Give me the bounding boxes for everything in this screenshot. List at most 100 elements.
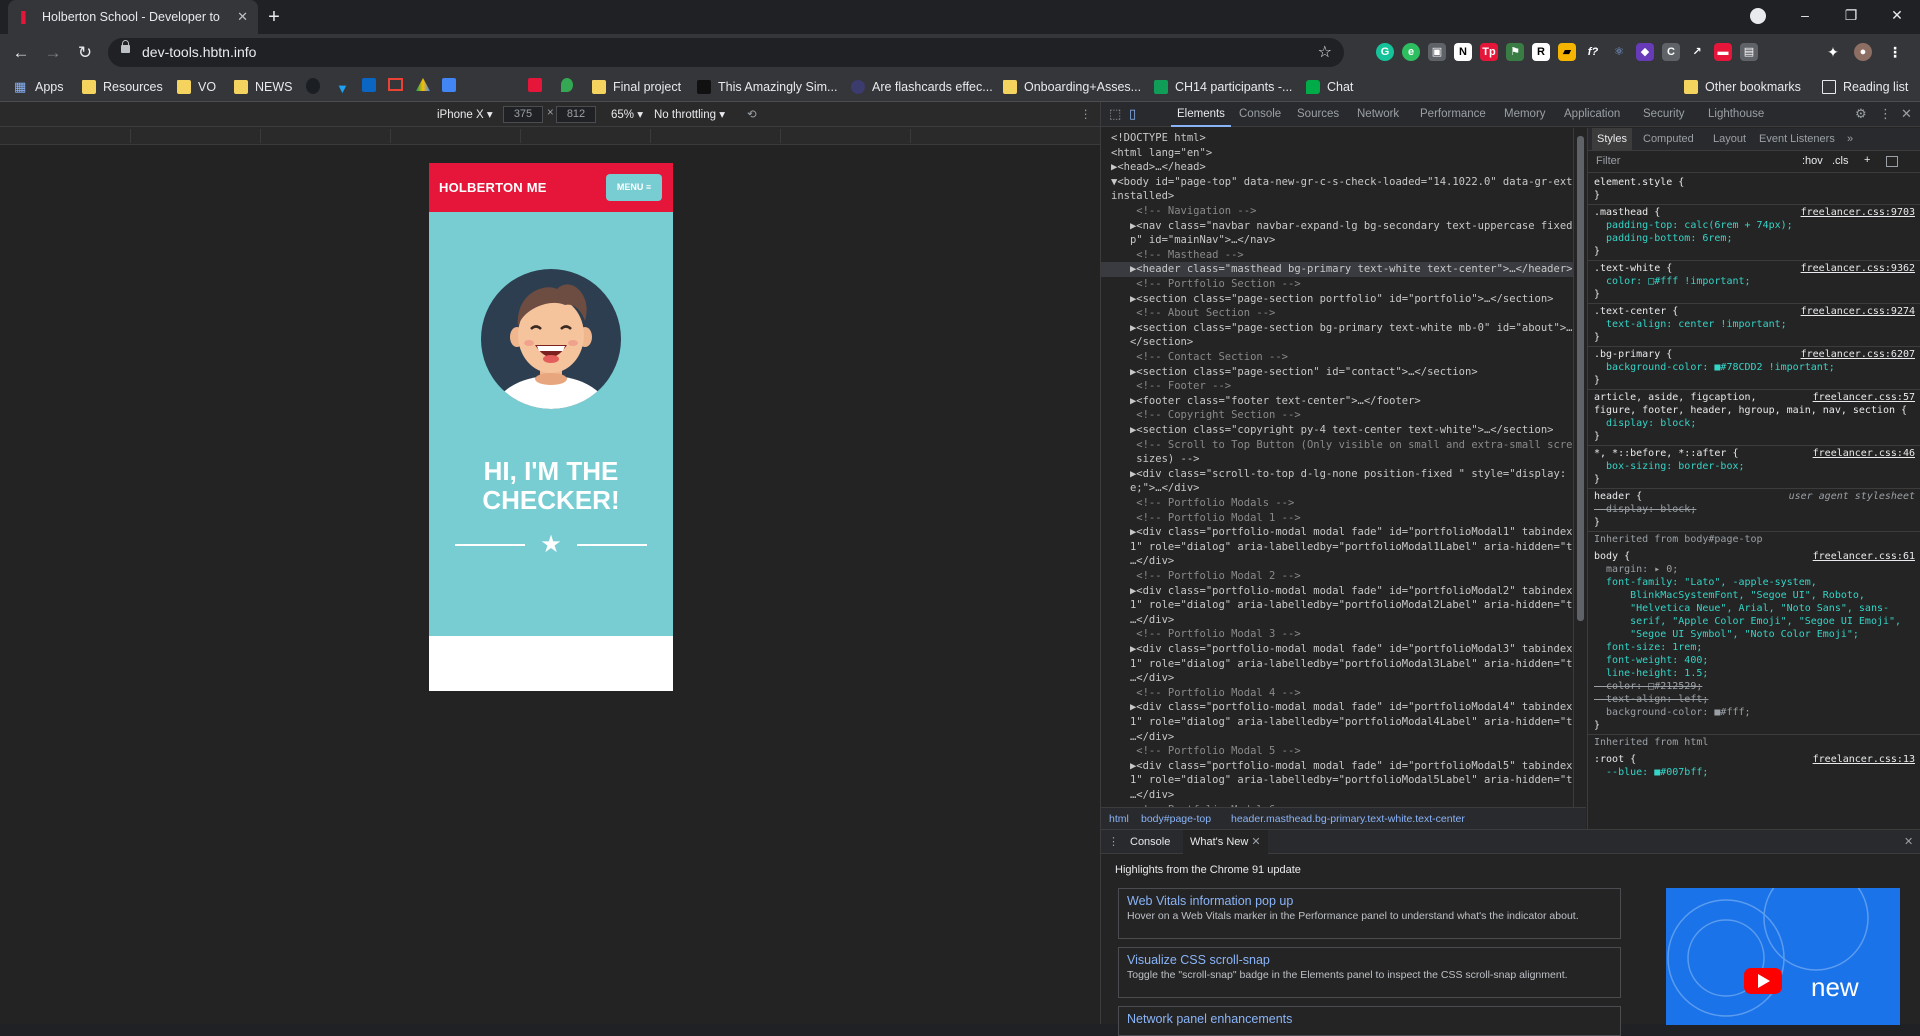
dom-node[interactable]: <!-- Contact Section --> (1101, 350, 1573, 365)
style-line[interactable]: Inherited from body#page-top (1594, 533, 1916, 546)
address-bar[interactable]: dev-tools.hbtn.info ☆ (108, 38, 1344, 67)
style-line[interactable]: font-weight: 400; (1594, 654, 1916, 667)
computed-sidebar-icon[interactable] (1886, 156, 1898, 167)
new-tab-button[interactable]: + (262, 5, 286, 29)
notion-extension-icon[interactable]: N (1454, 43, 1472, 61)
dom-node[interactable]: e;">…</div> (1101, 481, 1573, 496)
extension-icon[interactable]: ▰ (1558, 43, 1576, 61)
dom-node[interactable]: ▶<section class="copyright py-4 text-cen… (1101, 423, 1573, 438)
style-line[interactable]: color: □#212529; (1594, 680, 1916, 693)
dom-node[interactable]: <!-- Portfolio Modals --> (1101, 496, 1573, 511)
dom-node[interactable]: …</div> (1101, 730, 1573, 745)
dom-node[interactable]: …</div> (1101, 554, 1573, 569)
breadcrumb-header[interactable]: header.masthead.bg-primary.text-white.te… (1231, 808, 1465, 830)
style-line[interactable]: } (1594, 189, 1916, 202)
dom-node[interactable]: <!-- Portfolio Section --> (1101, 277, 1573, 292)
tab-lighthouse[interactable]: Lighthouse (1702, 102, 1770, 127)
tab-event-listeners[interactable]: Event Listeners (1754, 128, 1840, 151)
dom-node[interactable]: ▶<div class="portfolio-modal modal fade"… (1101, 525, 1586, 540)
style-source-link[interactable]: freelancer.css:9703 (1801, 206, 1915, 219)
dom-node[interactable]: 1" role="dialog" aria-labelledby="portfo… (1101, 657, 1586, 672)
style-line[interactable]: BlinkMacSystemFont, "Segoe UI", Roboto, (1594, 589, 1916, 602)
dom-node[interactable]: <!-- Footer --> (1101, 379, 1573, 394)
style-line[interactable]: Inherited from html (1594, 736, 1916, 749)
maximize-button[interactable]: ❐ (1828, 0, 1874, 30)
whats-new-card[interactable]: Web Vitals information pop up Hover on a… (1118, 888, 1621, 939)
extensions-puzzle-icon[interactable]: ✦ (1824, 43, 1842, 61)
style-line[interactable]: display: block; (1594, 417, 1916, 430)
rotate-icon[interactable]: ⟲ (747, 107, 757, 121)
bookmark-are-flashcards[interactable]: Are flashcards effec... (851, 77, 993, 96)
breadcrumb-body[interactable]: body#page-top (1141, 808, 1211, 830)
drawer-tab-console[interactable]: Console (1123, 830, 1177, 854)
dom-node[interactable]: ▼<body id="page-top" data-new-gr-c-s-che… (1101, 175, 1579, 190)
extension-icon[interactable]: C (1662, 43, 1680, 61)
dom-node[interactable]: ▶<head>…</head> (1101, 160, 1573, 175)
style-line[interactable]: } (1594, 374, 1916, 387)
style-line[interactable]: } (1594, 430, 1916, 443)
style-line[interactable]: } (1594, 473, 1916, 486)
grammarly-extension-icon[interactable]: G (1376, 43, 1394, 61)
style-line[interactable]: "Segoe UI Symbol", "Noto Color Emoji"; (1594, 628, 1916, 641)
browser-tab[interactable]: ❚ Holberton School - Developer to ✕ (8, 0, 258, 34)
tab-network[interactable]: Network (1351, 102, 1405, 127)
tab-performance[interactable]: Performance (1414, 102, 1492, 127)
hov-toggle[interactable]: :hov (1802, 155, 1823, 167)
whats-new-card[interactable]: Visualize CSS scroll-snap Toggle the "sc… (1118, 947, 1621, 998)
dom-node[interactable]: …</div> (1101, 788, 1573, 803)
dom-node[interactable]: p" id="mainNav">…</nav> (1101, 233, 1573, 248)
tab-memory[interactable]: Memory (1498, 102, 1552, 127)
scrollbar-thumb[interactable] (1577, 136, 1584, 621)
close-tab-icon[interactable]: ✕ (237, 9, 248, 25)
style-line[interactable]: } (1594, 719, 1916, 732)
dom-node[interactable]: ▶<section class="page-section" id="conta… (1101, 365, 1573, 380)
style-line[interactable]: text-align: left; (1594, 693, 1916, 706)
profile-avatar-icon[interactable]: ● (1854, 43, 1872, 61)
close-window-button[interactable]: ✕ (1874, 0, 1920, 30)
throttle-select[interactable]: No throttling ▾ (654, 107, 725, 121)
style-line[interactable]: margin: ▸ 0; (1594, 563, 1916, 576)
style-line[interactable]: figure, footer, header, hgroup, main, na… (1594, 404, 1916, 417)
readwise-extension-icon[interactable]: R (1532, 43, 1550, 61)
cls-toggle[interactable]: .cls (1832, 155, 1849, 167)
dom-node[interactable]: <!-- About Section --> (1101, 306, 1573, 321)
dom-node[interactable]: <!-- Copyright Section --> (1101, 408, 1573, 423)
settings-gear-icon[interactable]: ⚙ (1855, 106, 1867, 122)
forward-button[interactable]: → (40, 40, 66, 66)
maps-icon[interactable] (561, 78, 573, 92)
style-source-link[interactable]: freelancer.css:13 (1813, 753, 1915, 766)
dom-node[interactable]: <!-- Navigation --> (1101, 204, 1573, 219)
dom-node[interactable]: <!-- Scroll to Top Button (Only visible … (1101, 438, 1585, 453)
card-title[interactable]: Web Vitals information pop up (1127, 894, 1612, 908)
device-select[interactable]: iPhone X ▾ (437, 107, 493, 121)
dom-node[interactable]: <!-- Portfolio Modal 2 --> (1101, 569, 1573, 584)
dom-node[interactable]: installed> (1101, 189, 1573, 204)
dom-node[interactable]: ▶<div class="portfolio-modal modal fade"… (1101, 584, 1586, 599)
style-line[interactable]: } (1594, 288, 1916, 301)
react-devtools-icon[interactable]: ⚛ (1610, 43, 1628, 61)
reload-button[interactable]: ↻ (72, 40, 98, 66)
close-devtools-icon[interactable]: ✕ (1901, 106, 1912, 122)
bookmark-ch14-participants[interactable]: CH14 participants -... (1154, 77, 1292, 96)
bookmark-this-amazingly-sim[interactable]: This Amazingly Sim... (697, 77, 837, 96)
dom-node[interactable]: 1" role="dialog" aria-labelledby="portfo… (1101, 540, 1586, 555)
style-line[interactable]: line-height: 1.5; (1594, 667, 1916, 680)
dom-node[interactable]: …</div> (1101, 671, 1573, 686)
dom-node[interactable]: ▶<footer class="footer text-center">…</f… (1101, 394, 1573, 409)
style-source-link[interactable]: freelancer.css:9362 (1801, 262, 1915, 275)
tp-extension-icon[interactable]: Tp (1480, 43, 1498, 61)
github-icon[interactable] (306, 78, 320, 94)
tab-search-icon[interactable] (1750, 8, 1766, 24)
bookmark-news[interactable]: NEWS (234, 77, 293, 96)
devtools-more-icon[interactable]: ⋮ (1879, 106, 1892, 122)
linkedin-icon[interactable] (362, 78, 376, 92)
extension-icon[interactable]: ▣ (1428, 43, 1446, 61)
bookmark-final-project[interactable]: Final project (592, 77, 681, 96)
dom-node[interactable]: 1" role="dialog" aria-labelledby="portfo… (1101, 715, 1586, 730)
extension-icon[interactable]: ⚑ (1506, 43, 1524, 61)
device-toggle-icon[interactable]: ▯ (1129, 106, 1136, 122)
dom-node[interactable]: sizes) --> (1101, 452, 1573, 467)
close-drawer-icon[interactable]: ✕ (1897, 830, 1920, 854)
tab-elements[interactable]: Elements (1171, 102, 1231, 127)
dom-node[interactable]: ▶<section class="page-section portfolio"… (1101, 292, 1573, 307)
